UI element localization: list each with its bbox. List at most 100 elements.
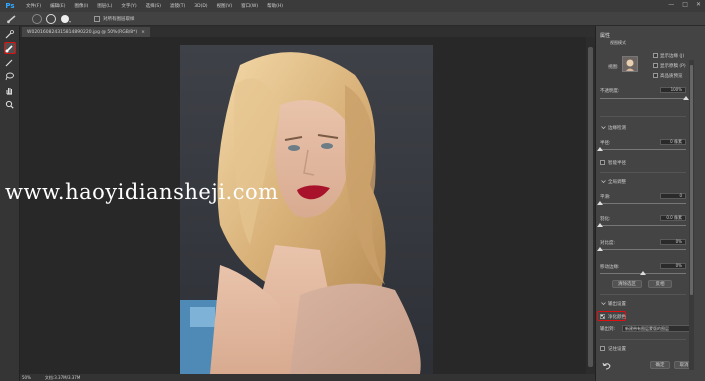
high-quality-preview-label: 高品质预览 (660, 74, 683, 79)
smooth-field[interactable]: 0 (660, 193, 686, 199)
close-tab-icon[interactable]: × (141, 30, 145, 35)
sample-all-layers-label: 对所有图层取样 (103, 16, 135, 22)
menu-edit[interactable]: 编辑(E) (50, 3, 65, 9)
smart-radius-label: 智能半径 (608, 161, 626, 166)
watermark-text: www.haoyidiansheji.com (5, 180, 279, 204)
show-original-checkbox[interactable] (653, 63, 658, 68)
remember-settings-label: 记住设置 (608, 347, 626, 352)
shift-edge-slider-knob[interactable] (640, 271, 646, 275)
transparency-field[interactable]: 100% (660, 87, 686, 93)
add-to-brush-button[interactable] (32, 13, 42, 24)
output-settings-heading[interactable]: 输出设置 (608, 301, 626, 307)
feather-slider-knob[interactable] (597, 223, 603, 227)
quick-selection-tool-icon[interactable] (4, 28, 16, 40)
transparency-slider[interactable] (600, 98, 686, 99)
feather-field[interactable]: 0.0 像素 (660, 215, 686, 221)
contrast-slider[interactable] (600, 249, 686, 250)
remember-settings-checkbox[interactable] (600, 346, 605, 351)
smart-radius-checkbox[interactable] (600, 160, 605, 165)
menu-window[interactable]: 窗口(W) (241, 3, 258, 9)
decontaminate-colors-label: 净化颜色 (608, 315, 626, 320)
high-quality-preview-checkbox[interactable] (653, 73, 658, 78)
output-to-select[interactable]: 新建带有图层蒙版的图层 (622, 325, 690, 332)
smooth-slider-knob[interactable] (597, 201, 603, 205)
shift-edge-label: 移动边缘: (600, 265, 620, 270)
sample-all-layers-checkbox[interactable] (94, 15, 100, 22)
canvas-vertical-scrollbar[interactable] (586, 37, 595, 374)
brush-size-picker-icon[interactable] (60, 14, 72, 24)
contrast-label: 对比度: (600, 241, 616, 246)
checkmark-icon (600, 314, 605, 319)
minimize-button[interactable]: — (668, 1, 674, 8)
transparency-label: 不透明度: (600, 89, 620, 94)
menu-3d[interactable]: 3D(D) (194, 4, 207, 9)
chevron-down-icon[interactable] (601, 179, 606, 184)
show-edge-checkbox[interactable] (653, 53, 658, 58)
section-divider (600, 294, 686, 295)
photoshop-logo: Ps (5, 2, 15, 10)
smooth-label: 平滑: (600, 195, 611, 200)
edge-detection-heading[interactable]: 边缘检测 (608, 125, 626, 131)
chevron-down-icon[interactable] (601, 125, 606, 130)
radius-slider-knob[interactable] (597, 147, 603, 151)
canvas-area[interactable] (20, 37, 586, 374)
radius-slider[interactable] (600, 149, 686, 150)
section-divider (600, 116, 686, 117)
refine-edge-brush-tool-icon[interactable] (3, 42, 16, 54)
panel-scrollbar-thumb[interactable] (690, 65, 693, 295)
output-to-label: 输出到: (600, 327, 616, 332)
menu-filter[interactable]: 滤镜(T) (170, 3, 185, 9)
menu-layer[interactable]: 图层(L) (97, 3, 112, 9)
maximize-button[interactable]: □ (682, 1, 688, 8)
feather-label: 羽化: (600, 217, 611, 222)
shift-edge-field[interactable]: 0% (660, 263, 686, 269)
ok-button[interactable]: 确定 (650, 361, 670, 369)
close-window-button[interactable]: ✕ (696, 1, 701, 8)
status-bar: 50% 文档:3.37M/3.37M (20, 374, 595, 381)
document-tab-label: W020160824315814890220.jpg @ 50%(RGB/8*) (27, 29, 138, 35)
view-mode-thumbnail[interactable] (622, 56, 638, 72)
menu-type[interactable]: 文字(Y) (121, 3, 136, 9)
menu-select[interactable]: 选择(S) (146, 3, 161, 9)
radius-field[interactable]: 0 像素 (660, 139, 686, 145)
options-bar: 对所有图层取样 (0, 12, 705, 26)
view-mode-heading: 视图模式 (610, 40, 626, 45)
document-tab[interactable]: W020160824315814890220.jpg @ 50%(RGB/8*)… (22, 27, 150, 37)
undo-icon[interactable] (602, 362, 611, 370)
menu-bar: Ps 文件(F) 编辑(E) 图像(I) 图层(L) 文字(Y) 选择(S) 滤… (0, 0, 705, 12)
properties-title: 属性 (600, 33, 611, 39)
radius-label: 半径: (600, 141, 611, 146)
properties-panel: 属性 视图模式 视图: 显示边缘 (J) 显示原稿 (P) 高品质预览 不透明度… (595, 26, 705, 381)
zoom-tool-icon[interactable] (4, 98, 16, 110)
section-divider (600, 339, 686, 340)
subtract-brush-button[interactable] (46, 13, 56, 24)
contrast-field[interactable]: 0% (660, 239, 686, 245)
output-to-value: 新建带有图层蒙版的图层 (625, 326, 669, 331)
clear-selection-button[interactable]: 清除选区 (612, 280, 642, 288)
menu-help[interactable]: 帮助(H) (267, 3, 283, 9)
smooth-slider[interactable] (600, 203, 686, 204)
contrast-slider-knob[interactable] (597, 247, 603, 251)
lasso-tool-icon[interactable] (4, 70, 16, 82)
document-info: 文档:3.37M/3.37M (44, 374, 81, 380)
feather-slider[interactable] (600, 225, 686, 226)
document-image (180, 45, 433, 374)
invert-button[interactable]: 反相 (648, 280, 672, 288)
document-tab-bar: W020160824315814890220.jpg @ 50%(RGB/8*)… (20, 26, 595, 37)
chevron-down-icon[interactable] (601, 301, 606, 306)
view-label: 视图: (608, 65, 619, 70)
hand-tool-icon[interactable] (4, 84, 16, 96)
portrait-photo (180, 45, 433, 374)
global-refine-heading[interactable]: 全局调整 (608, 179, 626, 185)
section-divider (600, 172, 686, 173)
show-edge-label: 显示边缘 (J) (660, 54, 685, 59)
menu-view[interactable]: 视图(V) (217, 3, 233, 9)
brush-tool-icon[interactable] (4, 56, 16, 68)
menu-file[interactable]: 文件(F) (26, 3, 41, 9)
brush-tool-icon[interactable] (6, 14, 18, 24)
scrollbar-thumb[interactable] (588, 47, 593, 367)
menu-image[interactable]: 图像(I) (74, 3, 88, 9)
panel-scrollbar[interactable] (689, 60, 694, 370)
zoom-level[interactable]: 50% (22, 375, 31, 380)
decontaminate-colors-checkbox[interactable] (600, 314, 605, 319)
